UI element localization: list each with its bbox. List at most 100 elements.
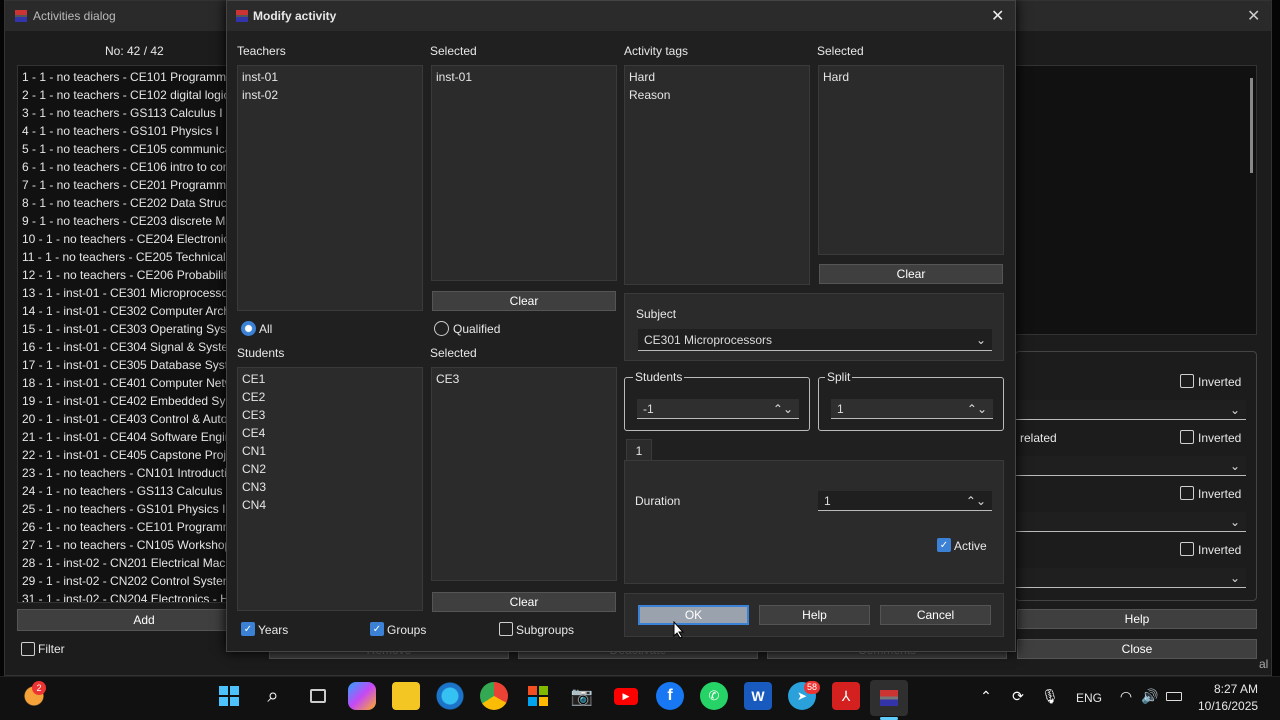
- list-item[interactable]: 10 - 1 - no teachers - CE204 Electronic: [22, 230, 226, 248]
- inverted-checkbox-2[interactable]: [1180, 430, 1194, 444]
- list-item[interactable]: 18 - 1 - inst-01 - CE401 Computer Netw: [22, 374, 226, 392]
- list-item[interactable]: 21 - 1 - inst-01 - CE404 Software Engin: [22, 428, 226, 446]
- students-list[interactable]: CE1 CE2 CE3 CE4 CN1 CN2 CN3 CN4: [237, 367, 423, 611]
- spin-arrows-icon[interactable]: ⌃⌄: [967, 402, 987, 416]
- list-item[interactable]: 2 - 1 - no teachers - CE102 digital logi…: [22, 86, 226, 104]
- selected-teachers-list[interactable]: inst-01: [431, 65, 617, 281]
- fet-app-icon[interactable]: [870, 680, 908, 716]
- list-item[interactable]: 1 - 1 - no teachers - CE101 Programming: [22, 68, 226, 86]
- list-item[interactable]: CN3: [242, 478, 418, 496]
- list-item[interactable]: 22 - 1 - inst-01 - CE405 Capstone Proje: [22, 446, 226, 464]
- list-item[interactable]: 17 - 1 - inst-01 - CE305 Database Syste: [22, 356, 226, 374]
- spin-arrows-icon[interactable]: ⌃⌄: [966, 494, 986, 508]
- list-item[interactable]: Reason: [629, 86, 805, 104]
- qualified-radio[interactable]: [434, 321, 449, 336]
- list-item[interactable]: 13 - 1 - inst-01 - CE301 Microprocesso: [22, 284, 226, 302]
- copilot-icon[interactable]: [348, 682, 376, 710]
- list-item[interactable]: CE2: [242, 388, 418, 406]
- tab-1[interactable]: 1: [626, 439, 652, 461]
- years-checkbox[interactable]: ✓: [241, 622, 255, 636]
- facebook-icon[interactable]: f: [656, 682, 684, 710]
- clear-tags-button[interactable]: Clear: [819, 264, 1003, 284]
- bg-help-button[interactable]: Help: [1017, 609, 1257, 629]
- list-item[interactable]: CN2: [242, 460, 418, 478]
- list-item[interactable]: 4 - 1 - no teachers - GS101 Physics I: [22, 122, 226, 140]
- file-explorer-icon[interactable]: [392, 682, 420, 710]
- list-item[interactable]: CE3: [436, 370, 612, 388]
- list-item[interactable]: 28 - 1 - inst-02 - CN201 Electrical Mach: [22, 554, 226, 572]
- microphone-icon[interactable]: 🎙: [1036, 682, 1064, 710]
- search-icon[interactable]: ⌕: [259, 682, 287, 710]
- bg-close-button[interactable]: Close: [1017, 639, 1257, 659]
- list-item[interactable]: inst-02: [242, 86, 418, 104]
- list-item[interactable]: 31 - 1 - inst-02 - CN204 Electronics - H: [22, 590, 226, 602]
- chevron-up-icon[interactable]: ⌃: [972, 682, 1000, 710]
- subject-select[interactable]: CE301 Microprocessors ⌄: [638, 329, 992, 351]
- list-item[interactable]: inst-01: [242, 68, 418, 86]
- constraint-combo-3[interactable]: ⌄: [1016, 512, 1246, 532]
- spin-arrows-icon[interactable]: ⌃⌄: [773, 402, 793, 416]
- active-checkbox[interactable]: ✓: [937, 538, 951, 552]
- list-item[interactable]: 6 - 1 - no teachers - CE106 intro to com: [22, 158, 226, 176]
- list-item[interactable]: 15 - 1 - inst-01 - CE303 Operating Syst: [22, 320, 226, 338]
- help-button[interactable]: Help: [759, 605, 870, 625]
- list-item[interactable]: 3 - 1 - no teachers - GS113 Calculus I: [22, 104, 226, 122]
- clock-date[interactable]: 10/16/2025: [1198, 699, 1258, 713]
- selected-students-list[interactable]: CE3: [431, 367, 617, 581]
- list-item[interactable]: CN4: [242, 496, 418, 514]
- list-item[interactable]: 25 - 1 - no teachers - GS101 Physics I: [22, 500, 226, 518]
- store-icon[interactable]: [524, 682, 552, 710]
- list-item[interactable]: 8 - 1 - no teachers - CE202 Data Struct: [22, 194, 226, 212]
- selected-tags-list[interactable]: Hard: [818, 65, 1004, 255]
- list-item[interactable]: inst-01: [436, 68, 612, 86]
- duration-spinbox[interactable]: 1 ⌃⌄: [818, 491, 992, 511]
- tags-list[interactable]: Hard Reason: [624, 65, 810, 285]
- whatsapp-icon[interactable]: ✆: [700, 682, 728, 710]
- close-icon[interactable]: ✕: [1247, 6, 1260, 26]
- list-item[interactable]: 24 - 1 - no teachers - GS113 Calculus I: [22, 482, 226, 500]
- activities-list[interactable]: 1 - 1 - no teachers - CE101 Programming 2…: [17, 65, 231, 603]
- cancel-button[interactable]: Cancel: [880, 605, 991, 625]
- list-item[interactable]: Hard: [629, 68, 805, 86]
- teachers-list[interactable]: inst-01 inst-02: [237, 65, 423, 311]
- ok-button[interactable]: OK: [638, 605, 749, 625]
- constraint-combo-2[interactable]: ⌄: [1016, 456, 1246, 476]
- list-item[interactable]: 23 - 1 - no teachers - CN101 Introducti: [22, 464, 226, 482]
- list-item[interactable]: CN1: [242, 442, 418, 460]
- scrollbar-thumb[interactable]: [1250, 78, 1253, 173]
- clock-time[interactable]: 8:27 AM: [1214, 682, 1258, 696]
- acrobat-icon[interactable]: ⅄: [832, 682, 860, 710]
- close-icon[interactable]: ✕: [991, 6, 1004, 26]
- list-item[interactable]: 20 - 1 - inst-01 - CE403 Control & Auto: [22, 410, 226, 428]
- split-spinbox[interactable]: 1 ⌃⌄: [831, 399, 993, 419]
- edge-icon[interactable]: [436, 682, 464, 710]
- list-item[interactable]: 16 - 1 - inst-01 - CE304 Signal & Syste: [22, 338, 226, 356]
- all-radio[interactable]: [241, 321, 256, 336]
- groups-checkbox[interactable]: ✓: [370, 622, 384, 636]
- word-icon[interactable]: W: [744, 682, 772, 710]
- list-item[interactable]: 7 - 1 - no teachers - CE201 Programmin: [22, 176, 226, 194]
- list-item[interactable]: 27 - 1 - no teachers - CN105 Workshop: [22, 536, 226, 554]
- language-indicator[interactable]: ENG: [1076, 691, 1102, 705]
- start-icon[interactable]: [215, 682, 243, 710]
- list-item[interactable]: 19 - 1 - inst-01 - CE402 Embedded Sys: [22, 392, 226, 410]
- clear-teachers-button[interactable]: Clear: [432, 291, 616, 311]
- filter-checkbox[interactable]: [21, 642, 35, 656]
- inverted-checkbox-4[interactable]: [1180, 542, 1194, 556]
- sync-icon[interactable]: ⟳: [1004, 682, 1032, 710]
- inverted-checkbox-1[interactable]: [1180, 374, 1194, 388]
- list-item[interactable]: 29 - 1 - inst-02 - CN202 Control System: [22, 572, 226, 590]
- list-item[interactable]: 14 - 1 - inst-01 - CE302 Computer Arch: [22, 302, 226, 320]
- list-item[interactable]: CE3: [242, 406, 418, 424]
- list-item[interactable]: Hard: [823, 68, 999, 86]
- youtube-icon[interactable]: ▶: [612, 682, 640, 710]
- inverted-checkbox-3[interactable]: [1180, 486, 1194, 500]
- students-count-spinbox[interactable]: -1 ⌃⌄: [637, 399, 799, 419]
- task-view-icon[interactable]: [304, 682, 332, 710]
- list-item[interactable]: CE4: [242, 424, 418, 442]
- chrome-icon[interactable]: [480, 682, 508, 710]
- camera-icon[interactable]: 📷: [568, 682, 596, 710]
- list-item[interactable]: 12 - 1 - no teachers - CE206 Probability: [22, 266, 226, 284]
- list-item[interactable]: 5 - 1 - no teachers - CE105 communica: [22, 140, 226, 158]
- subgroups-checkbox[interactable]: [499, 622, 513, 636]
